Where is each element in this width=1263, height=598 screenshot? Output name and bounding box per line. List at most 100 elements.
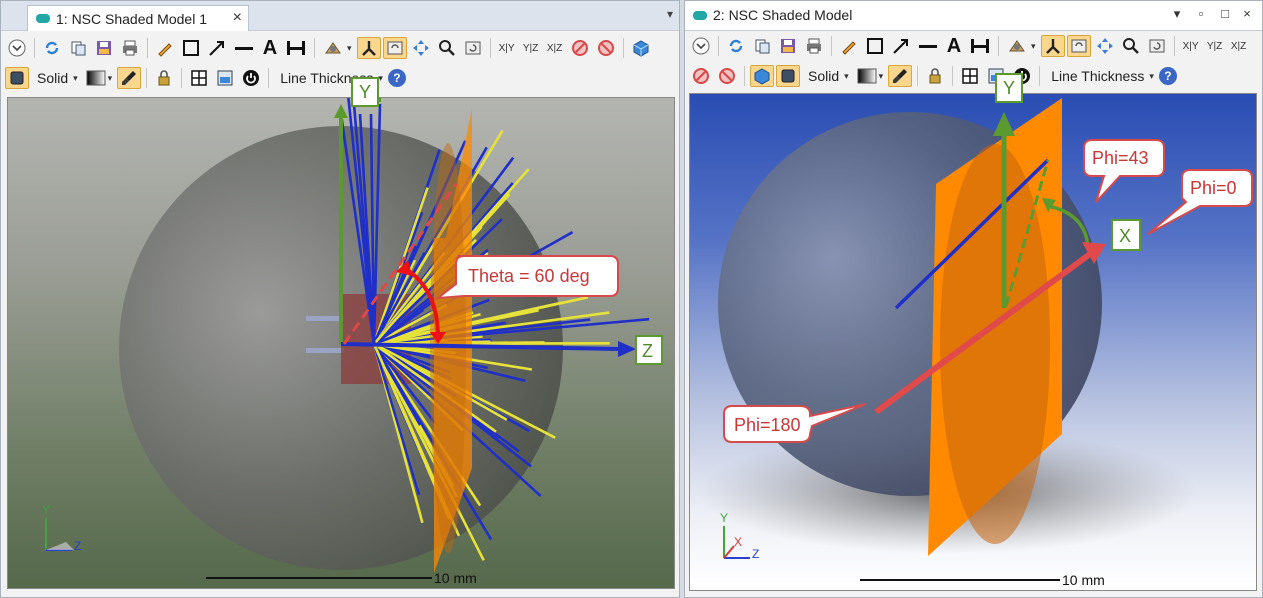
save-icon[interactable] xyxy=(776,35,800,57)
axes-icon[interactable] xyxy=(1040,35,1065,57)
view-xz-button[interactable]: X|Z xyxy=(1228,35,1250,57)
view-xy-button[interactable]: X|Y xyxy=(496,37,518,59)
text-icon[interactable]: A xyxy=(943,35,965,57)
help-icon[interactable]: ? xyxy=(387,69,406,87)
chevron-down-icon[interactable]: ▾ xyxy=(347,43,352,54)
print-icon[interactable] xyxy=(802,35,826,57)
cube-icon[interactable] xyxy=(629,37,653,59)
arrow-icon[interactable] xyxy=(205,37,229,59)
line-thickness-label: Line Thickness xyxy=(1051,68,1145,84)
scale-bar: 10 mm xyxy=(206,570,477,586)
dimension-icon[interactable] xyxy=(967,35,993,57)
gradient-icon[interactable]: ▾ xyxy=(83,67,116,89)
line-thickness-select[interactable]: Line Thickness ▾ xyxy=(1045,65,1157,87)
window-2-titlebar: 2: NSC Shaded Model ▾ ▫ □ × xyxy=(685,1,1262,31)
close-icon[interactable]: × xyxy=(1238,6,1256,21)
toolbar-divider xyxy=(181,68,183,88)
print-icon[interactable] xyxy=(118,37,142,59)
lock-icon[interactable] xyxy=(152,67,176,89)
axes-icon[interactable] xyxy=(356,37,381,59)
no-rays-icon[interactable] xyxy=(568,37,592,59)
brush-icon[interactable] xyxy=(117,67,142,89)
render-mode-select[interactable]: Solid ▾ xyxy=(802,65,852,87)
brush-icon[interactable] xyxy=(888,65,913,87)
line-icon[interactable] xyxy=(915,35,941,57)
view-xy-button[interactable]: X|Y xyxy=(1180,35,1202,57)
rotate-view-icon[interactable]: ▾ xyxy=(320,37,355,59)
window-menu-caret-icon[interactable]: ▾ xyxy=(1168,6,1186,22)
no-surfaces-icon[interactable] xyxy=(715,65,739,87)
maximize-icon[interactable]: □ xyxy=(1216,6,1234,21)
no-rays-icon[interactable] xyxy=(689,65,713,87)
zoom-icon[interactable] xyxy=(435,37,459,59)
view-yz-button[interactable]: Y|Z xyxy=(1204,35,1226,57)
help-icon[interactable]: ? xyxy=(1158,67,1177,85)
render-mode-select[interactable]: Solid ▾ xyxy=(31,67,81,89)
copy-icon[interactable] xyxy=(750,35,774,57)
frame-icon[interactable] xyxy=(382,37,407,59)
line-icon[interactable] xyxy=(231,37,257,59)
phi180-callout-text: Phi=180 xyxy=(734,415,801,435)
rectangle-icon[interactable] xyxy=(863,35,887,57)
refresh-icon[interactable] xyxy=(40,37,64,59)
toolbar-divider xyxy=(831,36,832,56)
toolbar-divider xyxy=(952,66,954,86)
reset-icon[interactable] xyxy=(461,37,485,59)
rotate-view-icon[interactable]: ▾ xyxy=(1004,35,1039,57)
model-3d-render-1: Z Theta = 60 deg Y Z xyxy=(42,98,663,573)
move-icon[interactable] xyxy=(409,37,433,59)
phi0-callout-text: Phi=0 xyxy=(1190,178,1237,198)
solid-mode-icon[interactable] xyxy=(776,65,800,87)
no-surfaces-icon[interactable] xyxy=(594,37,618,59)
view-yz-button[interactable]: Y|Z xyxy=(520,37,542,59)
detector-ellipse xyxy=(940,144,1050,544)
save-icon[interactable] xyxy=(92,37,116,59)
mini-axis-y-label: Y xyxy=(720,511,728,525)
phi43-callout-text: Phi=43 xyxy=(1092,148,1149,168)
settings-expand-icon[interactable] xyxy=(5,37,29,59)
tab-title: 1: NSC Shaded Model 1 xyxy=(56,10,207,27)
chevron-down-icon[interactable]: ▾ xyxy=(1031,41,1036,52)
x-axis-label: X xyxy=(1119,226,1131,246)
close-tab-icon[interactable]: × xyxy=(233,9,242,27)
toolbar-divider xyxy=(622,38,624,58)
toolbar-divider xyxy=(34,38,35,58)
power-icon[interactable] xyxy=(239,67,263,89)
dimension-icon[interactable] xyxy=(283,37,309,59)
window-layout-icon[interactable] xyxy=(213,67,237,89)
refresh-icon[interactable] xyxy=(724,35,748,57)
chevron-down-icon: ▾ xyxy=(73,72,78,83)
pencil-icon[interactable] xyxy=(153,37,177,59)
copy-icon[interactable] xyxy=(66,37,90,59)
grid-icon[interactable] xyxy=(958,65,982,87)
pencil-icon[interactable] xyxy=(837,35,861,57)
text-icon[interactable]: A xyxy=(259,37,281,59)
model-tab-icon xyxy=(693,10,707,20)
shaded-model-viewport-1[interactable]: Z Theta = 60 deg Y Z 10 mm xyxy=(7,97,675,589)
grid-icon[interactable] xyxy=(187,67,211,89)
cube-icon[interactable] xyxy=(750,65,774,87)
reset-icon[interactable] xyxy=(1145,35,1169,57)
view-xz-button[interactable]: X|Z xyxy=(544,37,566,59)
window-2-toolbar-view: Solid ▾ ▾ Line Thickness ▾ ? xyxy=(689,62,1258,90)
move-icon[interactable] xyxy=(1093,35,1117,57)
window-2-title: 2: NSC Shaded Model xyxy=(693,7,852,23)
shaded-model-viewport-2[interactable]: X Phi=43 Phi=0 Phi=180 Y X Z 10 mm xyxy=(689,93,1257,591)
solid-mode-icon[interactable] xyxy=(5,67,29,89)
tab-nsc-shaded-model-1[interactable]: 1: NSC Shaded Model 1 × xyxy=(27,5,249,31)
mini-axis-plane xyxy=(46,542,74,550)
window-menu-caret-icon[interactable]: ▾ xyxy=(667,7,673,21)
minimize-icon[interactable]: ▫ xyxy=(1192,6,1210,21)
rectangle-icon[interactable] xyxy=(179,37,203,59)
zoom-icon[interactable] xyxy=(1119,35,1143,57)
mini-axis-z-label: Z xyxy=(74,539,81,553)
arrow-icon[interactable] xyxy=(889,35,913,57)
lock-icon[interactable] xyxy=(923,65,947,87)
scale-bar-line xyxy=(206,577,432,579)
window-1-toolbar-main: A ▾ X|Y Y|Z X|Z xyxy=(5,34,675,62)
gradient-icon[interactable]: ▾ xyxy=(854,65,887,87)
toolbar-divider xyxy=(1173,36,1175,56)
frame-icon[interactable] xyxy=(1066,35,1091,57)
chevron-down-icon: ▾ xyxy=(378,72,383,83)
settings-expand-icon[interactable] xyxy=(689,35,713,57)
